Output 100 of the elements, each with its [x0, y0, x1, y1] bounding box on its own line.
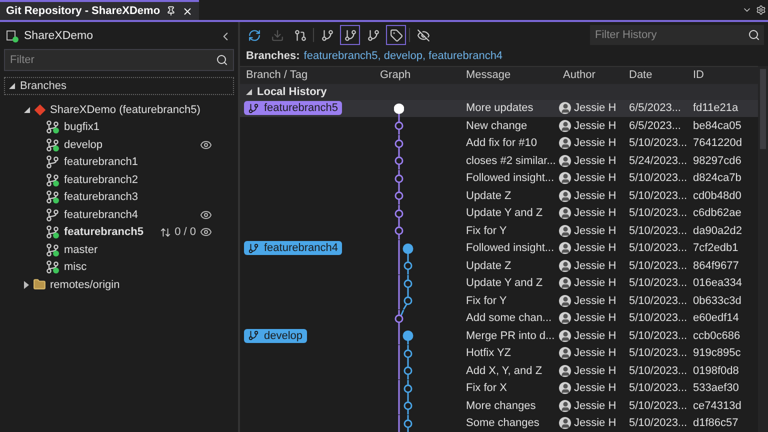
author-name: Jessie H: [574, 330, 616, 342]
tag-icon: [390, 28, 402, 42]
commit-row[interactable]: Some changes Jessie H 5/10/2023... d1f86c57: [240, 414, 758, 432]
tree-item[interactable]: featurebranch3: [4, 188, 234, 206]
commit-row[interactable]: Update Y and Z Jessie H 5/10/2023... 016ea334: [240, 274, 758, 292]
eye-icon[interactable]: [200, 138, 212, 151]
branch-tag[interactable]: featurebranch4: [244, 241, 342, 256]
tree-item[interactable]: master: [4, 241, 234, 258]
branch-icon: [366, 28, 380, 42]
published-branch-icon: [46, 190, 60, 204]
avatar-icon: [559, 417, 571, 430]
commit-row[interactable]: Add fix for #10 Jessie H 5/10/2023... 7641220d: [240, 134, 758, 152]
commit-row[interactable]: Fix for X Jessie H 5/10/2023... 533aef30: [240, 380, 758, 397]
tree-item[interactable]: featurebranch2: [4, 171, 234, 188]
commit-date: 5/10/2023...: [628, 277, 687, 290]
tree-item[interactable]: ShareXDemo (featurebranch5): [4, 101, 234, 118]
document-tab[interactable]: Git Repository - ShareXDemo: [0, 0, 200, 20]
avatar-icon: [559, 382, 571, 394]
commit-row[interactable]: Followed insight... Jessie H 5/10/2023... d824ca7b: [240, 170, 758, 187]
search-icon[interactable]: [748, 29, 760, 41]
commit-row[interactable]: Update Z Jessie H 5/10/2023... 864f9677: [240, 257, 758, 274]
branches-header[interactable]: Branches: [4, 77, 234, 95]
author-name: Jessie H: [574, 190, 616, 202]
commit-message: New change: [465, 120, 528, 132]
branch-icon: [248, 102, 259, 114]
branch-label: featurebranch4: [64, 208, 139, 221]
avatar-icon: [559, 260, 571, 272]
commit-id: da90a2d2: [692, 224, 743, 237]
branch-label: remotes/origin: [50, 278, 121, 291]
commit-row[interactable]: closes #2 similar... Jessie H 5/24/2023... 98297cd6: [240, 152, 758, 170]
commit-date: 5/10/2023...: [628, 137, 687, 150]
commit-id: e60edf14: [692, 312, 740, 324]
commit-row[interactable]: featurebranch5 More updates Jessie H 6/5/2023... fd11e21a: [240, 100, 758, 117]
branch-tag[interactable]: develop: [244, 328, 307, 343]
pin-icon[interactable]: [166, 6, 176, 16]
author-name: Jessie H: [574, 417, 616, 430]
author-name: Jessie H: [574, 224, 616, 237]
column-header[interactable]: Message: [460, 69, 557, 82]
commit-date: 5/10/2023...: [628, 294, 687, 307]
commit-row[interactable]: develop Merge PR into d... Jessie H 5/10/2023... ccb0c686: [240, 327, 758, 344]
published-branch-icon: [46, 242, 60, 257]
commit-row[interactable]: Update Y and Z Jessie H 5/10/2023... c6db62ae: [240, 204, 758, 222]
scrollbar[interactable]: [758, 66, 768, 432]
column-header[interactable]: ID: [687, 69, 758, 82]
commit-message: Hotfix YZ: [465, 347, 512, 360]
sync-icon: [160, 226, 171, 238]
commit-id: 7cf2edb1: [692, 242, 740, 254]
avatar-icon: [559, 294, 571, 307]
search-icon[interactable]: [216, 54, 228, 66]
branches-link[interactable]: featurebranch5, develop, featurebranch4: [304, 50, 503, 62]
avatar-icon: [559, 120, 571, 132]
branch-label: misc: [64, 261, 88, 274]
commit-row[interactable]: featurebranch4 Followed insight... Jessie H 5/10/2023... 7cf2edb1: [240, 240, 758, 257]
commit-row[interactable]: More changes Jessie H 5/10/2023... ce74313d: [240, 397, 758, 414]
filter-field[interactable]: Filter: [4, 49, 234, 71]
commit-id: c6db62ae: [692, 207, 742, 220]
column-header[interactable]: Branch / Tag: [240, 69, 374, 82]
settings-icon[interactable]: [756, 5, 766, 15]
avatar-icon: [559, 190, 571, 202]
author-name: Jessie H: [574, 347, 616, 360]
commit-row[interactable]: Fix for Y Jessie H 5/10/2023... 0b633c3d: [240, 292, 758, 310]
eye-icon[interactable]: [200, 226, 212, 238]
column-header[interactable]: Author: [557, 69, 623, 82]
avatar-icon: [559, 172, 571, 184]
tree-item[interactable]: remotes/origin: [4, 276, 234, 294]
commit-id: 0b633c3d: [692, 294, 742, 307]
commit-message: Update Z: [465, 190, 512, 202]
commit-row[interactable]: Fix for Y Jessie H 5/10/2023... da90a2d2: [240, 222, 758, 240]
tree-item[interactable]: featurebranch1: [4, 154, 234, 171]
commit-row[interactable]: Add some chan... Jessie H 5/10/2023... e60edf14: [240, 310, 758, 327]
commit-message: Add fix for #10: [465, 137, 538, 150]
commit-message: Merge PR into d...: [465, 330, 556, 342]
avatar-icon: [559, 347, 571, 360]
toolbar-button[interactable]: [340, 25, 360, 45]
branch-icon: [320, 28, 334, 42]
commit-row[interactable]: Hotfix YZ Jessie H 5/10/2023... 919c895c: [240, 344, 758, 362]
branch-tag[interactable]: featurebranch5: [244, 101, 342, 116]
commit-row[interactable]: Update Z Jessie H 5/10/2023... cd0b48d0: [240, 187, 758, 204]
column-header[interactable]: Graph: [374, 69, 460, 82]
avatar-icon: [559, 242, 571, 254]
branch-label: featurebranch3: [64, 191, 139, 204]
tree-item[interactable]: misc: [4, 258, 234, 276]
toolbar-button[interactable]: [386, 25, 406, 45]
filter-input[interactable]: Filter: [5, 50, 216, 70]
branch-icon: [46, 208, 60, 222]
folder-icon: [33, 278, 46, 292]
repository-name: ShareXDemo: [24, 30, 94, 42]
eye-icon[interactable]: [200, 208, 212, 221]
section-header[interactable]: Local History: [240, 84, 758, 100]
tree-item[interactable]: bugfix1: [4, 118, 234, 136]
tree-item[interactable]: develop: [4, 136, 234, 154]
commit-row[interactable]: Add X, Y, and Z Jessie H 5/10/2023... 0198f0d8: [240, 362, 758, 380]
close-icon[interactable]: [182, 6, 194, 16]
commit-date: 5/10/2023...: [628, 364, 687, 377]
repository-icon: [34, 104, 46, 116]
column-header[interactable]: Date: [623, 69, 687, 82]
commit-row[interactable]: New change Jessie H 6/5/2023... be84ca05: [240, 117, 758, 134]
tree-item[interactable]: featurebranch5 0 / 0: [4, 224, 234, 241]
author-name: Jessie H: [574, 154, 616, 167]
tree-item[interactable]: featurebranch4: [4, 206, 234, 224]
